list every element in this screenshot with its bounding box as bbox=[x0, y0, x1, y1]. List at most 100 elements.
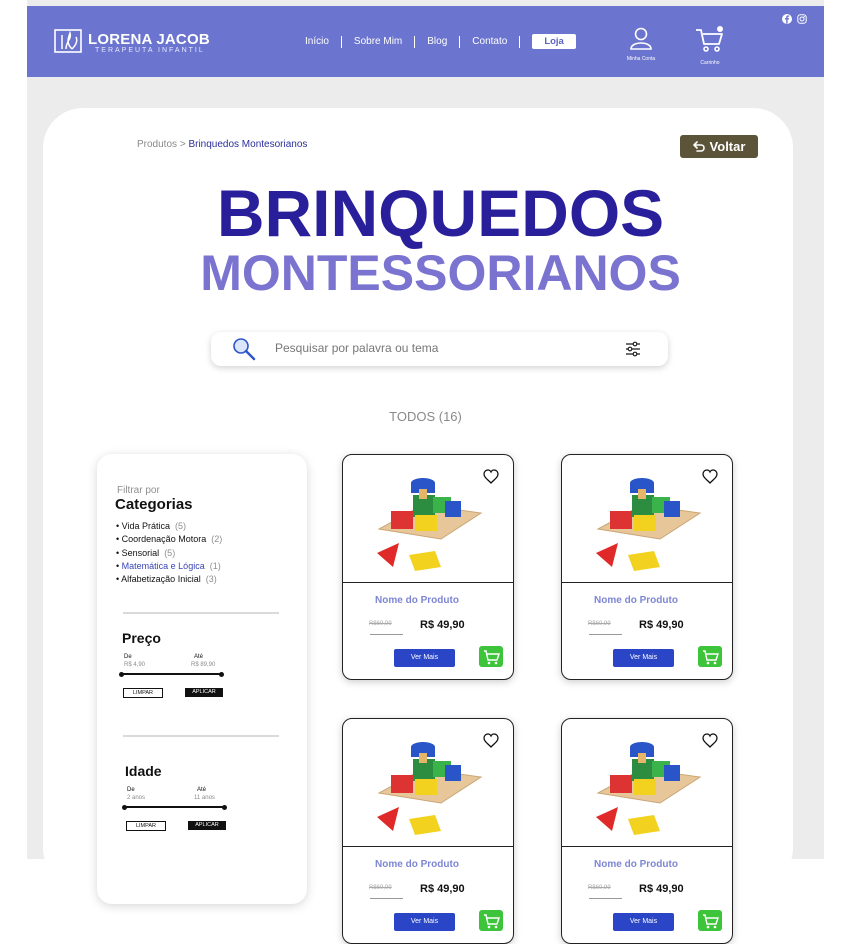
age-from-value: 2 anos bbox=[127, 795, 146, 801]
category-name: Vida Prática bbox=[121, 521, 171, 531]
filter-panel: Filtrar por Categorias • Vida Prática (5)… bbox=[97, 454, 307, 904]
category-item[interactable]: • Vida Prática (5) bbox=[116, 520, 222, 533]
search-bar bbox=[211, 332, 668, 366]
product-old-price: R$69,99 bbox=[369, 885, 392, 891]
product-card[interactable]: Nome do Produto R$69,99 R$ 49,90 Ver Mai… bbox=[561, 718, 733, 944]
nav-item-loja[interactable]: Loja bbox=[532, 34, 576, 49]
product-image[interactable] bbox=[343, 719, 513, 847]
social-links bbox=[782, 14, 807, 24]
price-from-label: De bbox=[124, 654, 132, 660]
section-divider bbox=[123, 612, 279, 614]
view-more-button[interactable]: Ver Mais bbox=[394, 649, 455, 667]
old-price-underline bbox=[589, 898, 622, 899]
product-name[interactable]: Nome do Produto bbox=[562, 859, 710, 870]
product-photo bbox=[596, 742, 702, 835]
category-item[interactable]: • Alfabetização Inicial (3) bbox=[116, 573, 222, 586]
age-apply-button[interactable]: APLICAR bbox=[188, 821, 226, 830]
user-icon bbox=[630, 27, 652, 50]
age-range-track[interactable] bbox=[124, 806, 226, 808]
account-link[interactable]: Minha Conta bbox=[622, 26, 660, 62]
product-price: R$ 49,90 bbox=[420, 883, 465, 895]
breadcrumb: Produtos > Brinquedos Montesorianos bbox=[137, 139, 307, 150]
nav-item-sobre-mim[interactable]: Sobre Mim bbox=[354, 36, 402, 47]
price-range-min-handle[interactable] bbox=[119, 671, 124, 677]
cart-icon bbox=[703, 914, 719, 929]
price-range-max-handle[interactable] bbox=[219, 671, 224, 677]
cart-icon bbox=[484, 914, 500, 929]
price-clear-button[interactable]: LIMPAR bbox=[123, 688, 163, 698]
product-card[interactable]: Nome do Produto R$69,99 R$ 49,90 Ver Mai… bbox=[561, 454, 733, 680]
category-count: (2) bbox=[211, 534, 223, 545]
nav-item-contato[interactable]: Contato bbox=[472, 36, 507, 47]
add-to-cart-button[interactable] bbox=[479, 910, 503, 931]
category-name: Alfabetização Inicial bbox=[121, 574, 201, 585]
product-photo bbox=[596, 478, 702, 571]
add-to-cart-button[interactable] bbox=[698, 646, 722, 667]
nav-divider bbox=[459, 35, 461, 48]
nav-divider bbox=[414, 35, 416, 48]
category-item[interactable]: • Coordenação Motora (2) bbox=[116, 533, 222, 546]
product-image[interactable] bbox=[562, 719, 732, 847]
product-image[interactable] bbox=[562, 455, 732, 583]
view-more-button[interactable]: Ver Mais bbox=[613, 649, 674, 667]
nav-item-blog[interactable]: Blog bbox=[427, 36, 447, 47]
price-apply-button[interactable]: APLICAR bbox=[185, 688, 223, 697]
category-name: Sensorial bbox=[121, 547, 160, 558]
back-button-label: Voltar bbox=[709, 139, 746, 154]
filter-by-label: Filtrar por bbox=[117, 485, 160, 496]
product-image[interactable] bbox=[343, 455, 513, 583]
age-title: Idade bbox=[125, 763, 162, 779]
nav-divider bbox=[519, 35, 521, 48]
category-count: (5) bbox=[164, 547, 176, 558]
product-price: R$ 49,90 bbox=[639, 883, 684, 895]
nav-item-inicio[interactable]: Início bbox=[305, 36, 329, 47]
product-old-price: R$69,99 bbox=[588, 621, 611, 627]
view-more-button[interactable]: Ver Mais bbox=[613, 913, 674, 931]
product-photo bbox=[377, 742, 483, 835]
cart-link[interactable]: Carrinho bbox=[693, 26, 727, 66]
results-count: TODOS (16) bbox=[389, 409, 462, 424]
price-title: Preço bbox=[122, 630, 161, 646]
back-button[interactable]: Voltar bbox=[680, 135, 758, 158]
age-range-max-handle[interactable] bbox=[222, 804, 227, 810]
price-to-value: R$ 89,90 bbox=[191, 662, 216, 668]
category-count: (5) bbox=[175, 521, 187, 531]
heart-icon[interactable] bbox=[702, 469, 718, 484]
breadcrumb-parent[interactable]: Produtos bbox=[137, 139, 177, 150]
page-title-line1: BRINQUEDOS bbox=[216, 176, 665, 250]
heart-icon[interactable] bbox=[483, 469, 499, 484]
instagram-icon[interactable] bbox=[797, 14, 807, 24]
account-label: Minha Conta bbox=[626, 56, 656, 62]
age-to-value: 11 anos bbox=[194, 795, 215, 801]
breadcrumb-current: Brinquedos Montesorianos bbox=[188, 139, 308, 150]
category-item[interactable]: • Sensorial (5) bbox=[116, 547, 222, 560]
nav-divider bbox=[340, 35, 342, 48]
category-count: (3) bbox=[205, 574, 217, 585]
add-to-cart-button[interactable] bbox=[698, 910, 722, 931]
category-item-active[interactable]: • Matemática e Lógica (1) bbox=[116, 560, 222, 573]
section-divider bbox=[123, 735, 279, 737]
product-card[interactable]: Nome do Produto R$69,99 R$ 49,90 Ver Mai… bbox=[342, 454, 514, 680]
old-price-underline bbox=[370, 898, 403, 899]
heart-icon[interactable] bbox=[702, 733, 718, 748]
price-from-value: R$ 4,90 bbox=[124, 662, 146, 668]
search-input[interactable] bbox=[273, 340, 597, 356]
add-to-cart-button[interactable] bbox=[479, 646, 503, 667]
product-name[interactable]: Nome do Produto bbox=[343, 595, 491, 606]
brand-name[interactable]: LORENA JACOB bbox=[88, 31, 210, 48]
old-price-underline bbox=[370, 634, 403, 635]
search-icon[interactable] bbox=[231, 336, 257, 362]
product-card[interactable]: Nome do Produto R$69,99 R$ 49,90 Ver Mai… bbox=[342, 718, 514, 944]
category-count: (1) bbox=[209, 560, 221, 571]
product-name[interactable]: Nome do Produto bbox=[562, 595, 710, 606]
facebook-icon[interactable] bbox=[782, 14, 792, 24]
age-range-min-handle[interactable] bbox=[122, 804, 127, 810]
page-title-line2: MONTESSORIANOS bbox=[200, 245, 681, 301]
age-clear-button[interactable]: LIMPAR bbox=[126, 821, 166, 831]
price-range-track[interactable] bbox=[121, 673, 223, 675]
heart-icon[interactable] bbox=[483, 733, 499, 748]
breadcrumb-separator: > bbox=[179, 139, 186, 150]
filter-icon[interactable] bbox=[625, 341, 641, 357]
view-more-button[interactable]: Ver Mais bbox=[394, 913, 455, 931]
product-name[interactable]: Nome do Produto bbox=[343, 859, 491, 870]
